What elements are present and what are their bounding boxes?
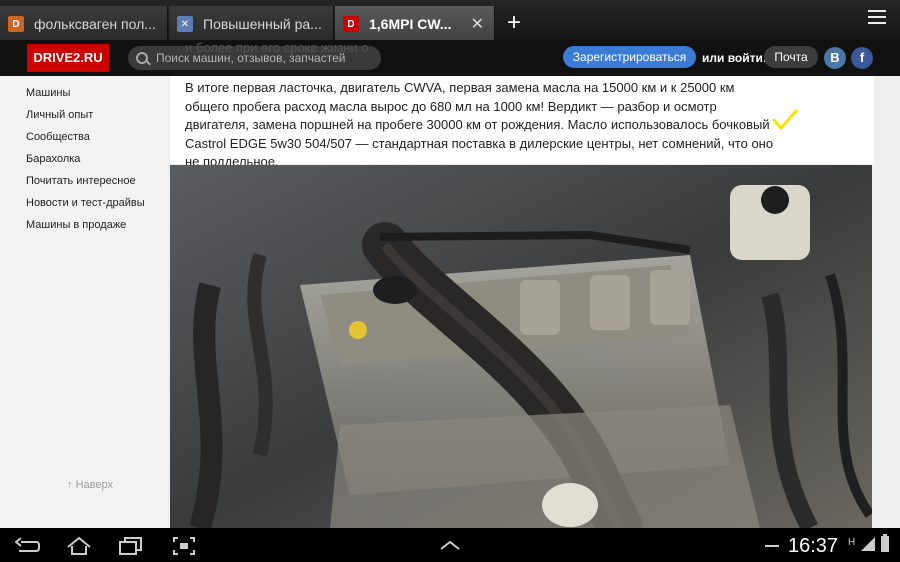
home-icon[interactable]: [66, 536, 92, 556]
back-icon[interactable]: [15, 537, 41, 555]
facebook-login-icon[interactable]: f: [851, 47, 873, 69]
new-tab-button[interactable]: +: [500, 10, 528, 38]
vk-login-icon[interactable]: В: [824, 47, 846, 69]
engine-photo: [170, 165, 872, 528]
tab-3-active[interactable]: D 1,6MPI CW... ✕: [335, 6, 495, 42]
sidebar-item-for-sale[interactable]: Машины в продаже: [0, 218, 168, 240]
article-paragraph: В итоге первая ласточка, двигатель CWVA,…: [185, 80, 774, 169]
sidebar-item-communities[interactable]: Сообщества: [0, 130, 168, 152]
mail-login-button[interactable]: Почта: [764, 46, 818, 68]
search-icon: [136, 52, 148, 64]
sidebar-item-news[interactable]: Новости и тест-драйвы: [0, 196, 168, 218]
screenshot-icon[interactable]: [172, 536, 196, 556]
browser-menu-icon[interactable]: [868, 10, 886, 28]
sidebar-item-experience[interactable]: Личный опыт: [0, 108, 168, 130]
register-button[interactable]: Зарегистрироваться: [563, 46, 696, 68]
to-top-label: Наверх: [75, 479, 113, 491]
site-logo[interactable]: DRIVE2.RU: [27, 44, 109, 72]
arrow-up-icon: ↑: [67, 479, 73, 491]
close-tab-icon[interactable]: ✕: [471, 14, 484, 34]
battery-icon: [881, 534, 889, 552]
drive2-favicon-icon: D: [343, 16, 359, 32]
sidebar-item-market[interactable]: Барахолка: [0, 152, 168, 174]
recent-apps-icon[interactable]: [118, 536, 144, 556]
checkmark-icon: [772, 109, 798, 131]
tab-2-label: Повышенный ра...: [203, 16, 322, 32]
sidebar-item-cars[interactable]: Машины: [0, 86, 168, 108]
tab-3-label: 1,6MPI CW...: [369, 16, 452, 32]
system-navigation-bar: 16:37 H: [0, 528, 900, 562]
sidebar: Машины Личный опыт Сообщества Барахолка …: [0, 76, 168, 528]
network-type: H: [848, 537, 856, 548]
drive2-favicon-icon: D: [8, 16, 24, 32]
scroll-to-top-link[interactable]: ↑ Наверх: [67, 479, 113, 491]
sidebar-item-reading[interactable]: Почитать интересное: [0, 174, 168, 196]
article-partial-line: и более при его сроке жизни о: [185, 40, 369, 55]
tab-1[interactable]: D фольксваген пол...: [0, 6, 168, 42]
minus-icon: [765, 545, 779, 547]
tab-2[interactable]: ✕ Повышенный ра...: [169, 6, 334, 42]
signal-icon: [861, 537, 875, 551]
tab-1-label: фольксваген пол...: [34, 16, 156, 32]
chevron-up-icon[interactable]: [440, 540, 460, 550]
login-label: или войти:: [702, 51, 767, 65]
engine-photo-image: [170, 165, 872, 528]
generic-page-icon: ✕: [177, 16, 193, 32]
clock: 16:37: [788, 535, 839, 557]
